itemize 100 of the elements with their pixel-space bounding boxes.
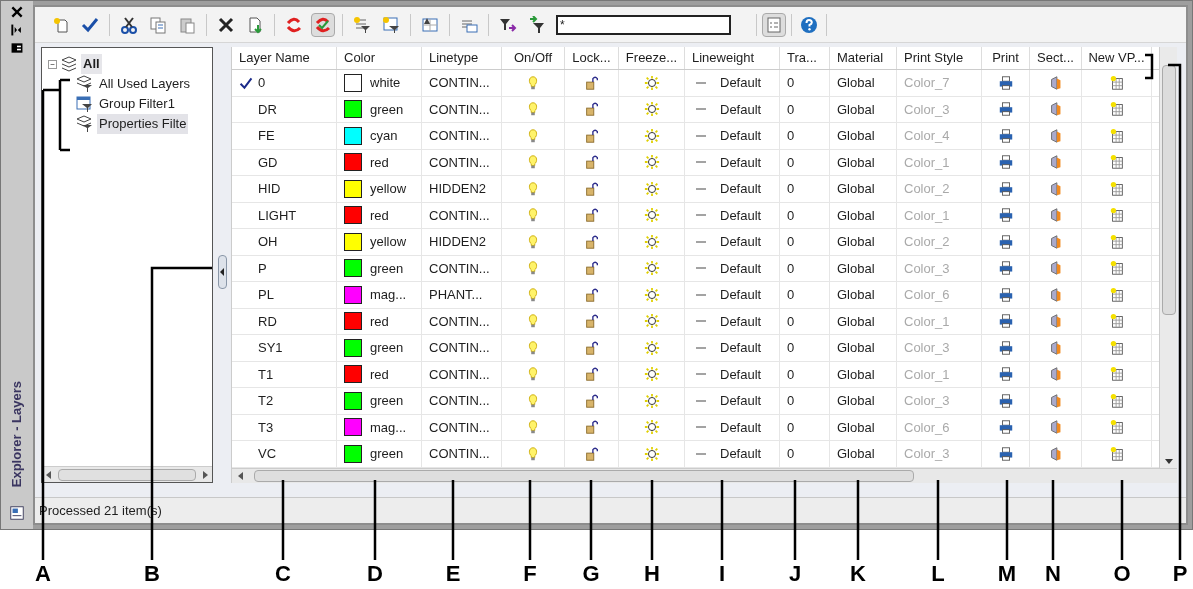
tree-item[interactable]: All Used Layers (97, 74, 193, 94)
layer-name[interactable]: HID (258, 179, 281, 199)
printer-icon[interactable] (997, 233, 1014, 250)
printer-icon[interactable] (997, 127, 1014, 144)
sun-icon[interactable] (643, 260, 660, 277)
printer-icon[interactable] (997, 445, 1014, 462)
sun-icon[interactable] (643, 313, 660, 330)
viewport-grid-icon[interactable] (1108, 127, 1125, 144)
unlocked-padlock-icon[interactable] (583, 154, 600, 171)
unlocked-padlock-icon[interactable] (583, 260, 600, 277)
viewport-grid-icon[interactable] (1108, 233, 1125, 250)
column-header[interactable]: On/Off (502, 47, 565, 69)
color-swatch[interactable] (344, 206, 362, 225)
layer-name[interactable]: SY1 (258, 338, 283, 358)
unlocked-padlock-icon[interactable] (583, 74, 600, 91)
vertical-scrollbar[interactable] (1159, 47, 1177, 468)
viewport-grid-icon[interactable] (1108, 286, 1125, 303)
printer-icon[interactable] (997, 74, 1014, 91)
layer-name[interactable]: T3 (258, 417, 274, 437)
viewport-grid-icon[interactable] (1108, 445, 1125, 462)
layer-name[interactable]: OH (258, 232, 278, 252)
sun-icon[interactable] (643, 286, 660, 303)
printer-icon[interactable] (997, 260, 1014, 277)
sun-icon[interactable] (643, 392, 660, 409)
splitter-handle[interactable] (217, 255, 227, 289)
unlocked-padlock-icon[interactable] (583, 419, 600, 436)
unlocked-padlock-icon[interactable] (583, 286, 600, 303)
sun-icon[interactable] (643, 207, 660, 224)
sun-icon[interactable] (643, 445, 660, 462)
unlocked-padlock-icon[interactable] (583, 233, 600, 250)
printer-icon[interactable] (997, 419, 1014, 436)
sun-icon[interactable] (643, 339, 660, 356)
layer-name[interactable]: RD (258, 311, 277, 331)
color-swatch[interactable] (344, 444, 362, 463)
color-swatch[interactable] (344, 285, 362, 304)
layer-name[interactable]: PL (258, 285, 274, 305)
dock-toggle-icon[interactable] (10, 23, 24, 37)
unlocked-padlock-icon[interactable] (583, 445, 600, 462)
color-swatch[interactable] (344, 365, 362, 384)
sun-icon[interactable] (643, 419, 660, 436)
layer-name[interactable]: VC (258, 444, 277, 464)
viewport-grid-icon[interactable] (1108, 260, 1125, 277)
unlocked-padlock-icon[interactable] (583, 101, 600, 118)
printer-icon[interactable] (997, 101, 1014, 118)
tree-item[interactable]: Properties Filte (97, 114, 189, 134)
collapse-toggle[interactable] (48, 59, 57, 69)
color-swatch[interactable] (344, 391, 362, 410)
tree-item[interactable]: All (81, 54, 102, 74)
viewport-grid-icon[interactable] (1108, 313, 1125, 330)
sun-icon[interactable] (643, 101, 660, 118)
unlocked-padlock-icon[interactable] (583, 313, 600, 330)
printer-icon[interactable] (997, 339, 1014, 356)
layer-name[interactable]: T1 (258, 364, 274, 384)
layer-name[interactable]: LIGHT (258, 205, 297, 225)
layer-name[interactable]: 0 (258, 73, 266, 93)
unlocked-padlock-icon[interactable] (583, 207, 600, 224)
column-header[interactable]: Sect... (1030, 47, 1082, 69)
unlocked-padlock-icon[interactable] (583, 339, 600, 356)
printer-icon[interactable] (997, 207, 1014, 224)
column-header[interactable]: Layer Name (232, 47, 337, 69)
color-swatch[interactable] (344, 259, 362, 278)
sun-icon[interactable] (643, 74, 660, 91)
color-swatch[interactable] (344, 232, 362, 251)
filter-field[interactable]: * (556, 14, 731, 35)
viewport-grid-icon[interactable] (1108, 419, 1125, 436)
unlocked-padlock-icon[interactable] (583, 392, 600, 409)
column-header[interactable]: Linetype (422, 47, 502, 69)
color-swatch[interactable] (344, 312, 362, 331)
printer-icon[interactable] (997, 366, 1014, 383)
horizontal-scrollbar[interactable] (42, 466, 212, 482)
viewport-grid-icon[interactable] (1108, 154, 1125, 171)
layer-name[interactable]: P (258, 258, 267, 278)
scroll-down-icon[interactable] (1164, 458, 1173, 464)
sun-icon[interactable] (643, 180, 660, 197)
sun-icon[interactable] (643, 233, 660, 250)
scroll-left-icon[interactable] (44, 469, 54, 480)
printer-icon[interactable] (997, 286, 1014, 303)
layer-name[interactable]: T2 (258, 391, 274, 411)
layer-name[interactable]: GD (258, 152, 278, 172)
color-swatch[interactable] (344, 153, 362, 172)
color-swatch[interactable] (344, 73, 362, 92)
viewport-grid-icon[interactable] (1108, 74, 1125, 91)
viewport-grid-icon[interactable] (1108, 207, 1125, 224)
column-header[interactable]: Material (830, 47, 897, 69)
column-header[interactable]: Lineweight (685, 47, 780, 69)
printer-icon[interactable] (997, 392, 1014, 409)
settings-button[interactable] (762, 12, 786, 37)
color-swatch[interactable] (344, 126, 362, 145)
unlocked-padlock-icon[interactable] (583, 366, 600, 383)
printer-icon[interactable] (997, 154, 1014, 171)
viewport-grid-icon[interactable] (1108, 392, 1125, 409)
column-header[interactable]: Tra... (780, 47, 830, 69)
color-swatch[interactable] (344, 418, 362, 437)
column-header[interactable]: Lock... (565, 47, 619, 69)
viewport-grid-icon[interactable] (1108, 339, 1125, 356)
column-header[interactable]: New VP... (1082, 47, 1152, 69)
color-swatch[interactable] (344, 338, 362, 357)
layer-name[interactable]: DR (258, 99, 277, 119)
column-header[interactable]: Print (982, 47, 1030, 69)
column-header[interactable]: Freeze... (619, 47, 685, 69)
